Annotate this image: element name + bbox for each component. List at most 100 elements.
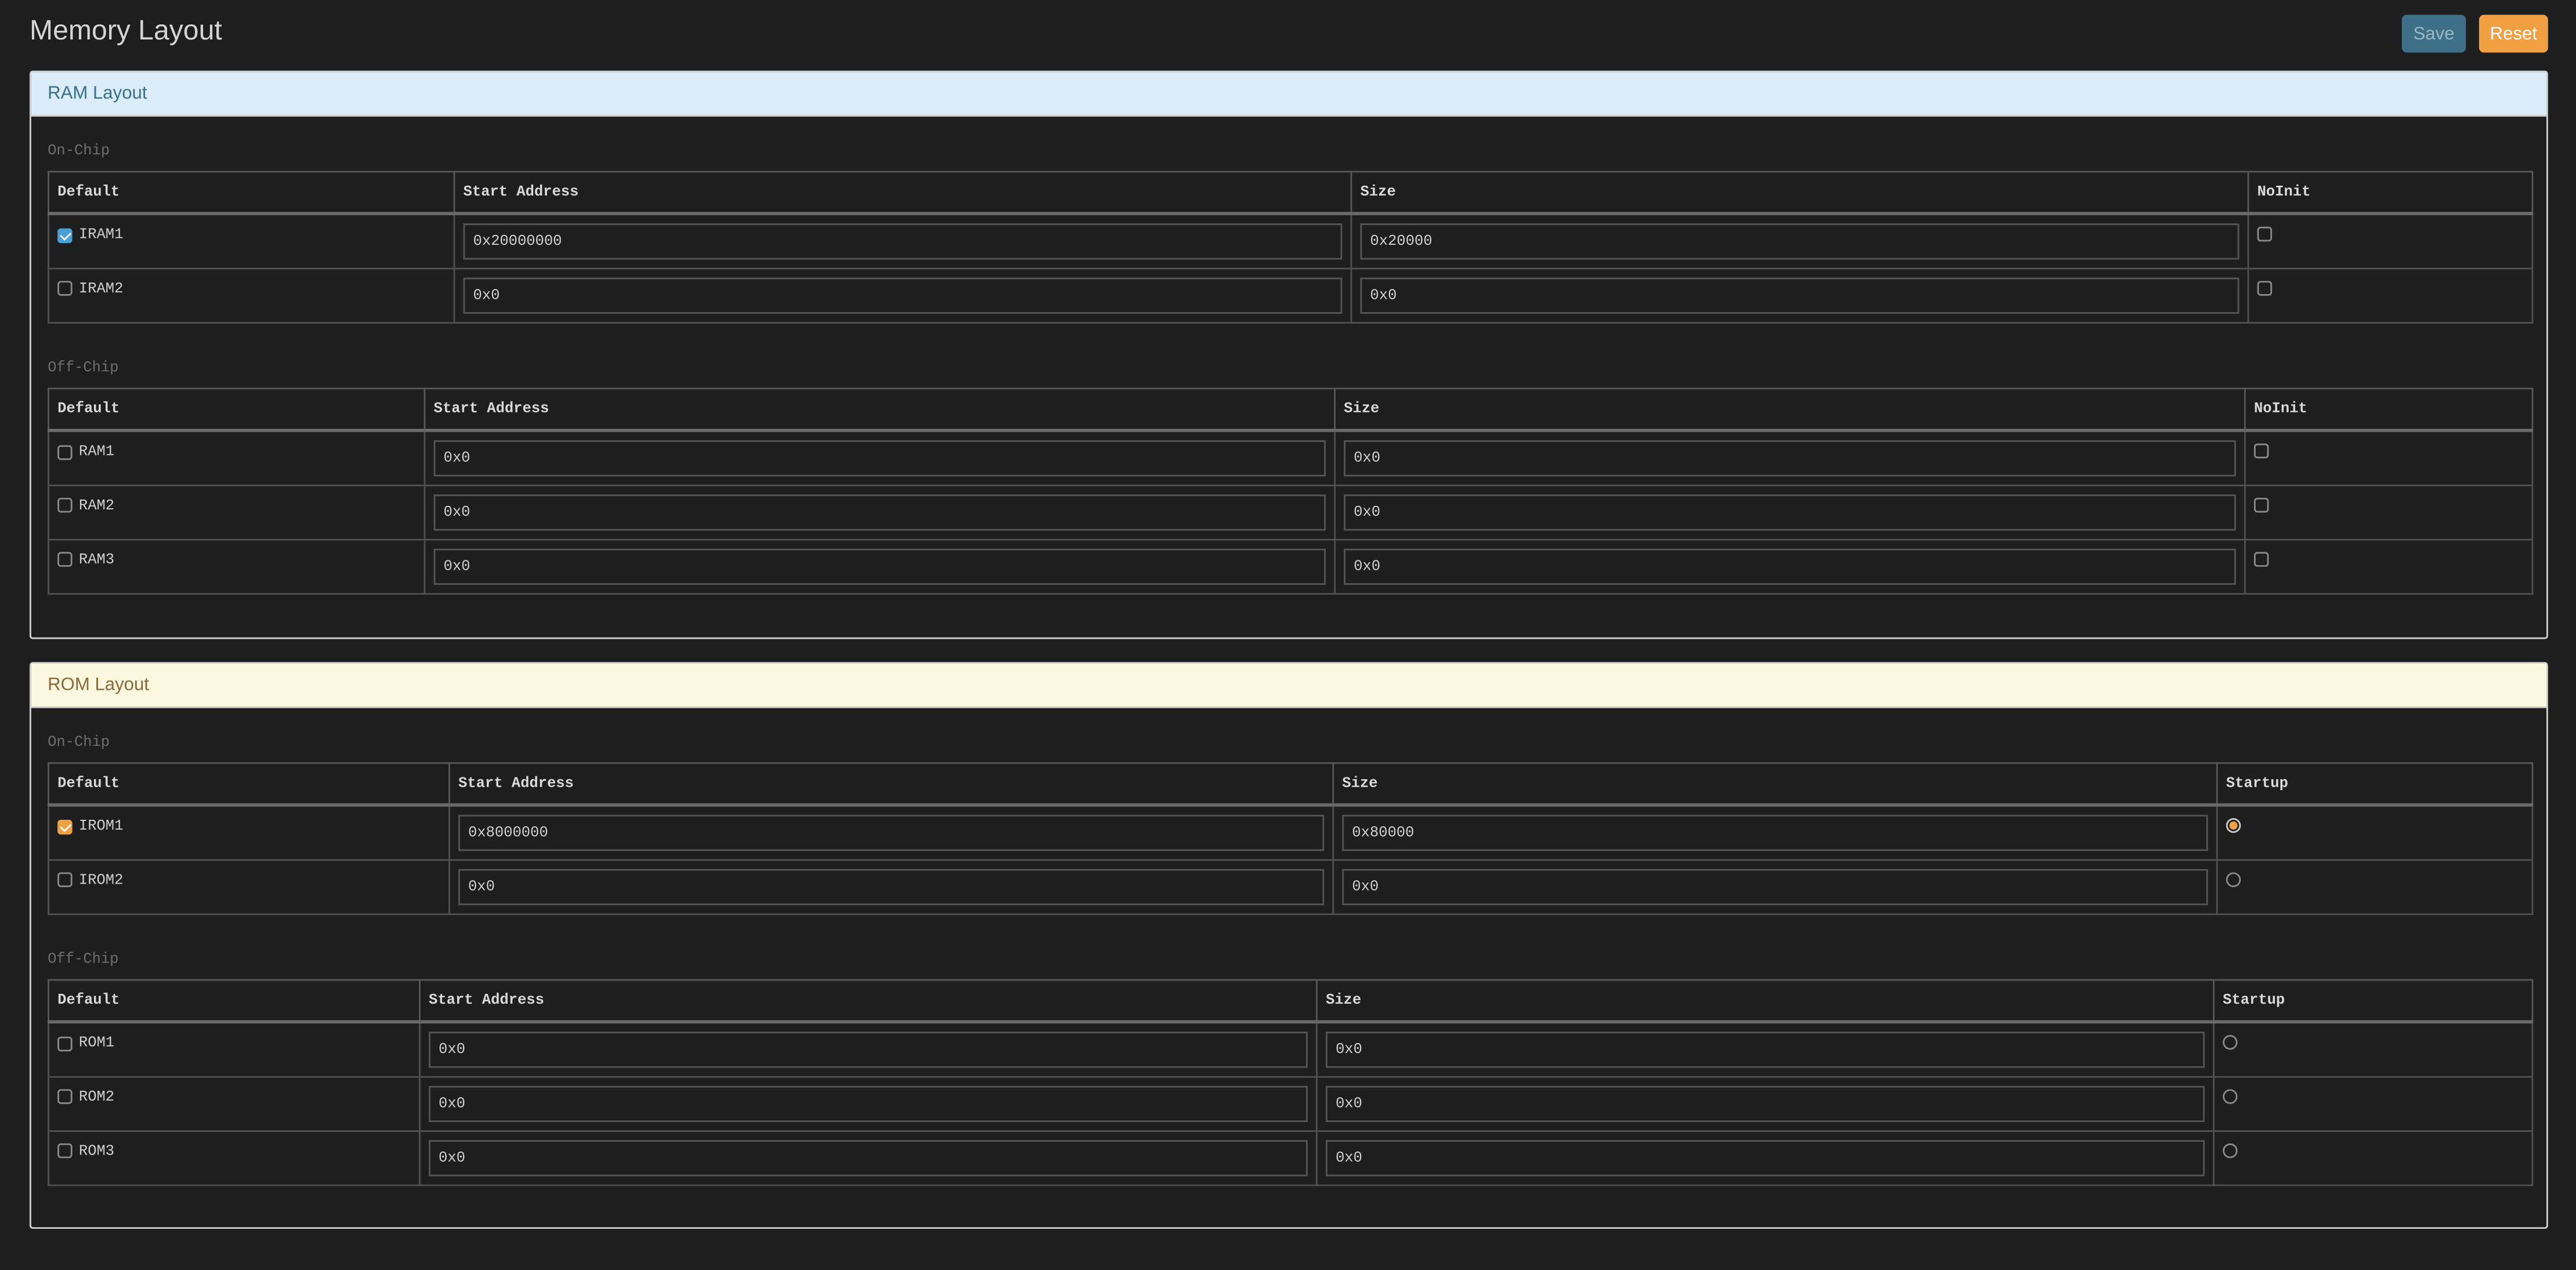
default-checkbox[interactable] — [57, 552, 73, 567]
column-header-size: Size — [1332, 762, 2218, 807]
column-header-start-address: Start Address — [448, 762, 1334, 807]
size-input[interactable] — [1360, 223, 2239, 260]
column-header-size: Size — [1334, 388, 2246, 432]
default-cell: IRAM1 — [48, 212, 455, 269]
start-address-input[interactable] — [463, 223, 1343, 260]
default-checkbox[interactable] — [57, 1143, 73, 1159]
table-header-row: Default Start Address Size Startup — [48, 762, 2534, 807]
column-header-start-address: Start Address — [419, 979, 1318, 1024]
column-header-size: Size — [1350, 171, 2249, 215]
start-address-input[interactable] — [458, 815, 1325, 851]
start-address-input[interactable] — [433, 493, 1326, 530]
size-input[interactable] — [1342, 868, 2208, 904]
size-input[interactable] — [1344, 440, 2236, 477]
table-row: ROM3 — [48, 1129, 2534, 1185]
table-row: IROM2 — [48, 858, 2534, 914]
default-checkbox[interactable] — [57, 497, 73, 513]
default-checkbox[interactable] — [57, 1089, 73, 1104]
default-checkbox[interactable] — [57, 227, 73, 243]
column-header-start-address: Start Address — [453, 171, 1352, 215]
start-address-input[interactable] — [433, 548, 1326, 584]
start-address-cell — [419, 1129, 1318, 1185]
region-name: ROM3 — [78, 1142, 115, 1159]
table-row: RAM3 — [48, 538, 2534, 594]
noinit-cell — [2247, 267, 2534, 323]
startup-radio[interactable] — [2223, 1142, 2238, 1157]
default-checkbox[interactable] — [57, 819, 73, 834]
table-header-row: Default Start Address Size NoInit — [48, 171, 2534, 215]
column-header-default: Default — [48, 762, 450, 807]
table-row: IRAM2 — [48, 267, 2534, 323]
ram-on-chip-label: On-Chip — [48, 143, 110, 160]
size-input[interactable] — [1326, 1085, 2205, 1121]
size-input[interactable] — [1360, 277, 2239, 313]
reset-button[interactable]: Reset — [2479, 15, 2548, 53]
startup-cell — [2213, 1129, 2534, 1185]
table-header-row: Default Start Address Size NoInit — [48, 388, 2534, 432]
size-input[interactable] — [1344, 548, 2236, 584]
noinit-checkbox[interactable] — [2253, 551, 2269, 566]
start-address-cell — [453, 267, 1352, 323]
default-cell: RAM3 — [48, 538, 426, 594]
rom-layout-panel: ROM Layout On-Chip Default Start Address… — [29, 662, 2548, 1229]
default-cell: RAM1 — [48, 429, 426, 486]
region-name: RAM3 — [78, 551, 115, 568]
start-address-cell — [419, 1075, 1318, 1131]
table-row: IROM1 — [48, 804, 2534, 860]
startup-cell — [2213, 1075, 2534, 1131]
size-cell — [1316, 1075, 2215, 1131]
startup-radio[interactable] — [2226, 871, 2241, 887]
start-address-input[interactable] — [429, 1032, 1308, 1068]
noinit-checkbox[interactable] — [2253, 443, 2269, 459]
startup-cell — [2213, 1021, 2534, 1077]
column-header-startup: Startup — [2213, 979, 2534, 1024]
start-address-input[interactable] — [433, 440, 1326, 477]
start-address-input[interactable] — [429, 1139, 1308, 1176]
noinit-cell — [2244, 429, 2534, 486]
start-address-input[interactable] — [429, 1085, 1308, 1121]
size-cell — [1334, 429, 2246, 486]
noinit-checkbox[interactable] — [2257, 227, 2273, 242]
startup-radio[interactable] — [2223, 1088, 2238, 1103]
table-row: ROM1 — [48, 1021, 2534, 1077]
default-cell: ROM3 — [48, 1129, 421, 1185]
start-address-input[interactable] — [463, 277, 1343, 313]
size-input[interactable] — [1326, 1139, 2205, 1176]
startup-radio[interactable] — [2223, 1034, 2238, 1050]
rom-layout-header: ROM Layout — [31, 663, 2546, 708]
size-input[interactable] — [1326, 1032, 2205, 1068]
table-header-row: Default Start Address Size Startup — [48, 979, 2534, 1024]
size-cell — [1350, 267, 2249, 323]
default-checkbox[interactable] — [57, 281, 73, 296]
noinit-cell — [2244, 538, 2534, 594]
start-address-cell — [448, 858, 1334, 914]
size-cell — [1332, 858, 2218, 914]
noinit-checkbox[interactable] — [2257, 280, 2273, 295]
rom-off-chip-label: Off-Chip — [48, 951, 119, 968]
column-header-default: Default — [48, 979, 421, 1024]
noinit-checkbox[interactable] — [2253, 497, 2269, 512]
default-checkbox[interactable] — [57, 1036, 73, 1051]
startup-radio[interactable] — [2226, 818, 2241, 833]
start-address-cell — [424, 538, 1336, 594]
ram-layout-header: RAM Layout — [31, 72, 2546, 117]
start-address-cell — [448, 804, 1334, 860]
rom-off-chip-table: Default Start Address Size Startup ROM1 R… — [48, 979, 2534, 1185]
table-row: RAM1 — [48, 429, 2534, 486]
default-cell: RAM2 — [48, 483, 426, 540]
default-checkbox[interactable] — [57, 444, 73, 459]
save-button[interactable]: Save — [2401, 15, 2466, 53]
ram-off-chip-table: Default Start Address Size NoInit RAM1RA… — [48, 388, 2534, 594]
ram-off-chip-body: RAM1 RAM2 RAM3 — [48, 429, 2534, 594]
size-input[interactable] — [1344, 493, 2236, 530]
size-cell — [1334, 483, 2246, 540]
column-header-default: Default — [48, 388, 426, 432]
start-address-input[interactable] — [458, 868, 1325, 904]
default-cell: ROM1 — [48, 1021, 421, 1077]
default-checkbox[interactable] — [57, 872, 73, 888]
size-input[interactable] — [1342, 815, 2208, 851]
column-header-start-address: Start Address — [424, 388, 1336, 432]
noinit-cell — [2244, 483, 2534, 540]
ram-on-chip-body: IRAM1 IRAM2 — [48, 212, 2534, 323]
rom-on-chip-label: On-Chip — [48, 734, 110, 751]
